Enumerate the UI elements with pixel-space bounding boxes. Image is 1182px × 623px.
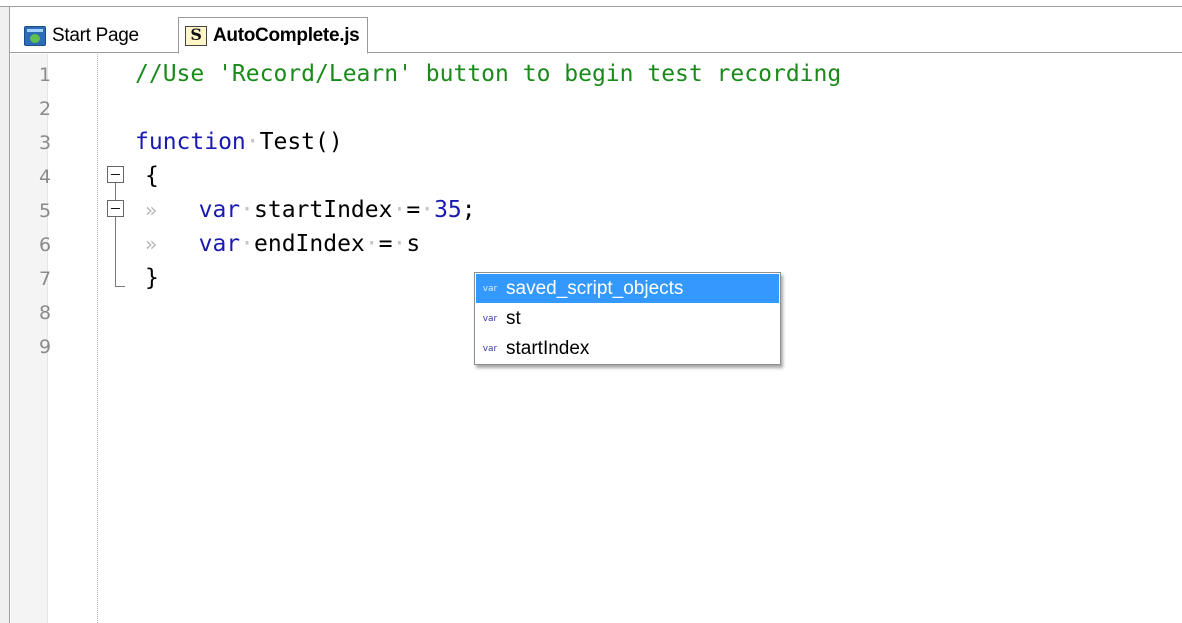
- keyword-var: var: [198, 197, 241, 223]
- autocomplete-item-label: startIndex: [506, 337, 590, 359]
- collapse-block-icon[interactable]: [107, 166, 124, 183]
- code-line-7: }: [145, 261, 159, 295]
- autocomplete-item-label: saved_script_objects: [506, 277, 684, 299]
- code-comment: //Use 'Record/Learn' button to begin tes…: [135, 61, 842, 87]
- identifier: endIndex: [254, 231, 365, 257]
- autocomplete-item-label: st: [506, 307, 521, 329]
- line-number: 6: [39, 234, 52, 256]
- close-brace: }: [145, 265, 159, 291]
- open-brace: {: [145, 163, 159, 189]
- script-file-icon: S: [185, 25, 207, 46]
- autocomplete-item[interactable]: var startIndex: [476, 334, 779, 363]
- fold-guide: [115, 217, 116, 277]
- variable-icon: var: [482, 283, 498, 294]
- line-number: 5: [39, 200, 52, 222]
- tab-label: AutoComplete.js: [213, 24, 360, 46]
- line-number: 3: [39, 132, 52, 154]
- line-number: 9: [39, 336, 52, 358]
- line-number: 7: [39, 268, 52, 290]
- code-line-4: {: [145, 159, 159, 193]
- tab-whitespace-marker: »: [145, 232, 158, 256]
- line-number: 1: [39, 64, 52, 86]
- code-line-3: function·Test(): [135, 129, 343, 155]
- collapse-block-icon[interactable]: [107, 200, 124, 217]
- keyword-var: var: [198, 231, 241, 257]
- tab-autocomplete-js[interactable]: S AutoComplete.js: [178, 17, 369, 54]
- tab-whitespace-marker: »: [145, 198, 158, 222]
- variable-icon: var: [482, 313, 498, 324]
- function-name: Test(): [259, 129, 343, 155]
- typed-text: s: [406, 231, 421, 257]
- autocomplete-item[interactable]: var st: [476, 304, 779, 333]
- fold-margin-separator: [97, 54, 98, 623]
- code-line-1: //Use 'Record/Learn' button to begin tes…: [135, 57, 841, 91]
- fold-end-marker: [115, 277, 125, 287]
- code-line-6: » var·endIndex·=·s: [145, 231, 421, 257]
- autocomplete-item[interactable]: var saved_script_objects: [476, 274, 779, 303]
- start-page-icon: [24, 26, 46, 46]
- line-number: 8: [39, 302, 52, 324]
- autocomplete-popup[interactable]: var saved_script_objects var st var star…: [474, 272, 781, 365]
- document-tab-strip: Start Page S AutoComplete.js: [10, 8, 1182, 54]
- tab-label: Start Page: [52, 25, 139, 46]
- operator: =: [378, 231, 393, 257]
- fold-guide: [115, 183, 116, 200]
- operator: =: [406, 197, 421, 223]
- code-line-5: » var·startIndex·=·35;: [145, 197, 476, 223]
- number-literal: 35: [434, 197, 462, 223]
- semicolon: ;: [461, 197, 476, 223]
- window-top-border: [0, 0, 1182, 7]
- variable-icon: var: [482, 343, 498, 354]
- tab-start-page[interactable]: Start Page: [24, 18, 139, 54]
- line-number: 2: [39, 98, 52, 120]
- identifier: startIndex: [254, 197, 393, 223]
- window-left-frame: [0, 7, 10, 623]
- line-number: 4: [39, 166, 52, 188]
- keyword-function: function: [135, 129, 246, 155]
